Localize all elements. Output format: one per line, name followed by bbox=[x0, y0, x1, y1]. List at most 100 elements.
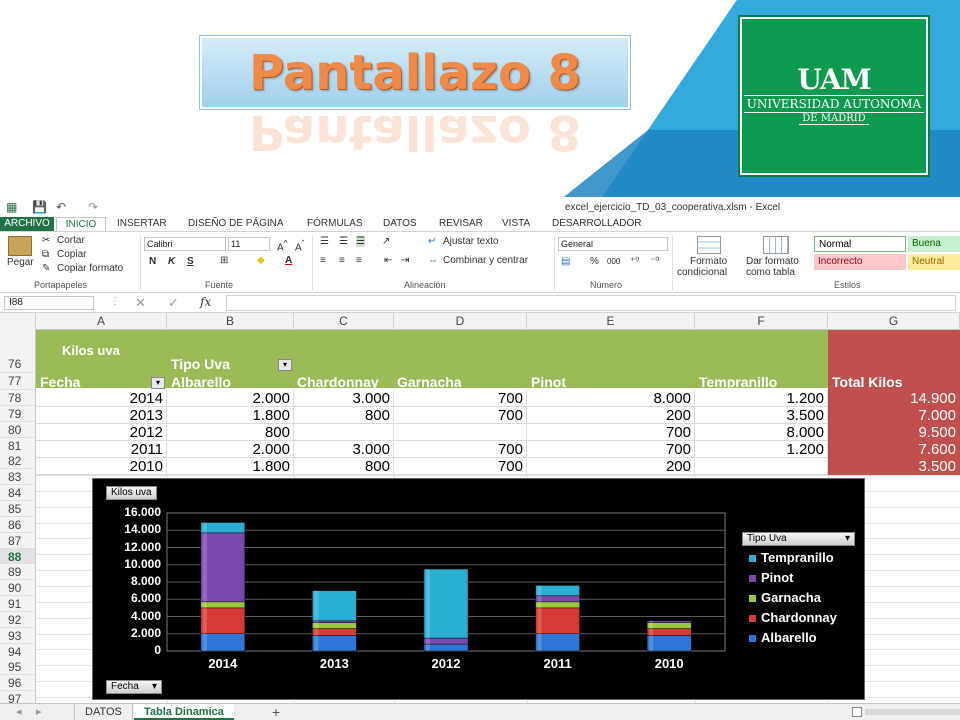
row-header[interactable]: 79 bbox=[0, 405, 36, 422]
row-header[interactable]: 83 bbox=[0, 469, 36, 486]
horizontal-scrollbar[interactable] bbox=[865, 709, 960, 715]
pivot-cell[interactable]: 800 bbox=[294, 407, 394, 424]
pivot-cell[interactable]: 8.000 bbox=[695, 424, 828, 441]
bar-garnacha-2014[interactable] bbox=[200, 601, 246, 609]
pivot-total-cell[interactable]: 7.600 bbox=[828, 441, 959, 458]
sheet-tab-tabla-dinamica[interactable]: Tabla Dinamica bbox=[134, 704, 234, 720]
merge-icon[interactable]: ⇔ bbox=[428, 255, 438, 266]
pivot-row-label[interactable]: 2012 bbox=[36, 424, 167, 441]
tab-revisar[interactable]: REVISAR bbox=[439, 217, 483, 231]
pivot-cell[interactable] bbox=[294, 424, 394, 441]
legend-item[interactable]: Chardonnay bbox=[761, 610, 837, 625]
pivot-row-label[interactable]: 2013 bbox=[36, 407, 167, 424]
row-header[interactable]: 86 bbox=[0, 516, 36, 533]
row-filter-dropdown[interactable]: ▾ bbox=[151, 377, 165, 389]
align-right-icon[interactable]: ≡ bbox=[356, 255, 362, 266]
select-all-corner[interactable] bbox=[0, 313, 36, 330]
pivot-cell[interactable]: 200 bbox=[527, 458, 695, 475]
style-buena[interactable]: Buena bbox=[908, 236, 960, 252]
orientation-icon[interactable]: ↗ bbox=[382, 236, 390, 247]
bold-button[interactable]: N bbox=[149, 256, 156, 267]
decrease-decimal-icon[interactable]: ⁻⁰ bbox=[650, 256, 659, 267]
tab-inicio[interactable]: INICIO bbox=[56, 217, 106, 231]
bar-albarello-2013[interactable] bbox=[312, 635, 357, 652]
align-bottom-icon[interactable]: ☰ bbox=[356, 236, 365, 247]
conditional-format-icon[interactable] bbox=[697, 236, 721, 254]
pivot-cell[interactable]: 700 bbox=[394, 407, 527, 424]
redo-icon[interactable]: ↷ bbox=[88, 200, 98, 214]
row-header[interactable]: 88 bbox=[0, 548, 36, 565]
pivot-total-cell[interactable]: 7.000 bbox=[828, 407, 959, 424]
row-header[interactable]: 90 bbox=[0, 580, 36, 597]
bar-garnacha-2011[interactable] bbox=[535, 601, 580, 609]
font-color-icon[interactable]: A bbox=[285, 255, 292, 266]
row-header[interactable]: 93 bbox=[0, 627, 36, 644]
pivot-row-label[interactable]: 2010 bbox=[36, 458, 167, 475]
row-header[interactable]: 85 bbox=[0, 500, 36, 517]
pivot-cell[interactable]: 700 bbox=[527, 441, 695, 458]
copy-icon[interactable]: ⧉ bbox=[42, 249, 49, 260]
cancel-icon[interactable]: ✕ bbox=[135, 295, 146, 311]
tab-archivo[interactable]: ARCHIVO bbox=[0, 217, 54, 231]
pivot-total-cell[interactable]: 3.500 bbox=[828, 458, 959, 475]
pivot-cell[interactable]: 700 bbox=[394, 458, 527, 475]
bar-chardonnay-2011[interactable] bbox=[535, 607, 580, 634]
row-header[interactable]: 84 bbox=[0, 485, 36, 502]
pivot-cell[interactable]: 800 bbox=[167, 424, 294, 441]
format-table-label-2[interactable]: como tabla bbox=[746, 267, 795, 278]
pivot-cell[interactable] bbox=[394, 424, 527, 441]
row-header[interactable]: 94 bbox=[0, 643, 36, 660]
decrease-indent-icon[interactable]: ⇤ bbox=[384, 255, 392, 266]
column-header-f[interactable]: F bbox=[695, 313, 828, 330]
legend-item[interactable]: Tempranillo bbox=[761, 550, 834, 565]
align-left-icon[interactable]: ≡ bbox=[320, 255, 326, 266]
bar-chardonnay-2014[interactable] bbox=[200, 607, 246, 634]
pivot-cell[interactable]: 8.000 bbox=[527, 390, 695, 407]
add-sheet-button[interactable]: + bbox=[262, 704, 290, 720]
pivot-cell[interactable]: 200 bbox=[527, 407, 695, 424]
conditional-format-label-2[interactable]: condicional bbox=[677, 267, 727, 278]
column-header-c[interactable]: C bbox=[294, 313, 394, 330]
legend-filter-button[interactable]: Tipo Uva ▾ bbox=[742, 532, 855, 546]
format-table-icon[interactable] bbox=[763, 236, 789, 254]
merge-center-button[interactable]: Combinar y centrar bbox=[443, 255, 528, 266]
tab-desarrollador[interactable]: DESARROLLADOR bbox=[552, 217, 641, 231]
row-header[interactable]: 76 bbox=[0, 356, 36, 373]
formula-input[interactable] bbox=[226, 295, 956, 311]
increase-decimal-icon[interactable]: ⁺⁰ bbox=[630, 256, 639, 267]
tab-diseno-pagina[interactable]: DISEÑO DE PÁGINA bbox=[188, 217, 284, 231]
bar-albarello-2011[interactable] bbox=[535, 633, 580, 652]
format-painter-button[interactable]: Copiar formato bbox=[57, 263, 123, 274]
row-header[interactable]: 95 bbox=[0, 659, 36, 676]
row-header[interactable]: 87 bbox=[0, 532, 36, 549]
sheet-tab-datos[interactable]: DATOS bbox=[74, 704, 133, 720]
row-header[interactable]: 77 bbox=[0, 373, 36, 390]
grow-font-icon[interactable]: A^ bbox=[277, 238, 288, 253]
pivot-cell[interactable]: 800 bbox=[294, 458, 394, 475]
bar-garnacha-2010[interactable] bbox=[646, 622, 692, 629]
increase-indent-icon[interactable]: ⇥ bbox=[401, 255, 409, 266]
pivot-cell[interactable]: 3.000 bbox=[294, 441, 394, 458]
bar-pinot-2011[interactable] bbox=[535, 595, 580, 603]
row-header[interactable]: 91 bbox=[0, 596, 36, 613]
bar-pinot-2013[interactable] bbox=[312, 620, 357, 623]
bar-tempranillo-2014[interactable] bbox=[200, 522, 246, 534]
conditional-format-label-1[interactable]: Formato bbox=[690, 256, 727, 267]
pivot-total-cell[interactable]: 14.900 bbox=[828, 390, 959, 407]
pivot-cell[interactable]: 1.800 bbox=[167, 407, 294, 424]
bar-pinot-2010[interactable] bbox=[646, 620, 692, 623]
cut-button[interactable]: Cortar bbox=[57, 235, 85, 246]
style-normal[interactable]: Normal bbox=[814, 236, 906, 252]
tab-formulas[interactable]: FÓRMULAS bbox=[307, 217, 363, 231]
style-incorrecto[interactable]: Incorrecto bbox=[814, 254, 906, 270]
bar-albarello-2014[interactable] bbox=[200, 633, 246, 652]
pivot-cell[interactable]: 2.000 bbox=[167, 441, 294, 458]
borders-icon[interactable]: ⊞ bbox=[220, 255, 228, 266]
bar-tempranillo-2013[interactable] bbox=[312, 590, 357, 622]
fill-color-icon[interactable]: ◆ bbox=[257, 255, 265, 266]
font-size-select[interactable]: 11 bbox=[228, 237, 270, 251]
column-header-a[interactable]: A bbox=[36, 313, 167, 330]
number-format-select[interactable]: General bbox=[558, 237, 668, 251]
column-header-b[interactable]: B bbox=[167, 313, 294, 330]
bar-chardonnay-2013[interactable] bbox=[312, 628, 357, 636]
